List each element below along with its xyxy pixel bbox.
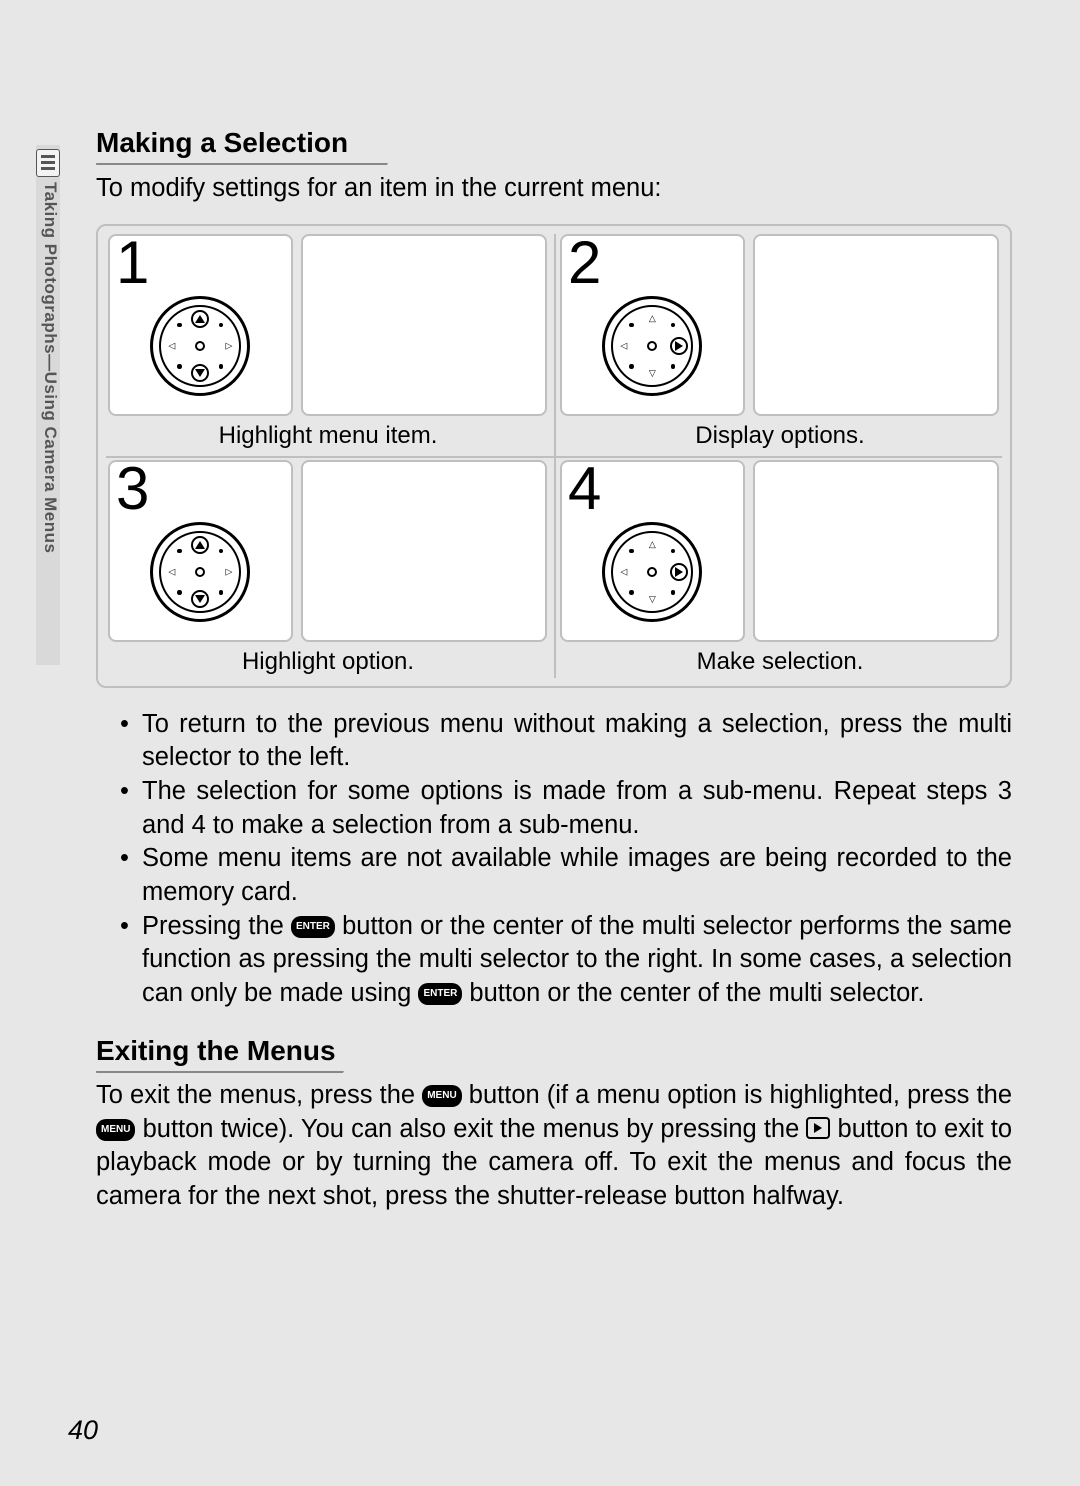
lead-paragraph: To modify settings for an item in the cu… [96,171,1012,205]
step-2-number: 2 [568,228,601,297]
multi-selector-up-down-icon: ◁▷ [150,296,250,396]
page-number: 40 [68,1415,98,1446]
step-4-cell: 4 △▽◁ Make selection. [554,456,1006,682]
heading-exiting-menus: Exiting the Menus [96,1033,1012,1069]
enter-button-icon: ENTER [418,983,462,1005]
page-content: Making a Selection To modify settings fo… [0,0,1080,1486]
step-2-screen-box [753,234,999,416]
step-1-cell: 1 ◁▷ Highlight menu item. [102,230,554,456]
exit-text-b: button (if a menu option is highlighted,… [462,1081,1012,1109]
step-4-screen-box [753,460,999,642]
step-4-caption: Make selection. [560,648,1000,676]
step-2-control-box: 2 △▽◁ [560,234,745,416]
menu-button-icon: MENU [422,1085,461,1107]
bullet-4-text-c: button or the center of the multi select… [462,979,924,1007]
heading2-underline [96,1071,344,1073]
step-3-screen-box [301,460,547,642]
exit-text-a: To exit the menus, press the [96,1081,422,1109]
playback-button-icon [806,1117,830,1139]
step-4-control-box: 4 △▽◁ [560,460,745,642]
step-1-screen-box [301,234,547,416]
bullet-4: Pressing the ENTER button or the center … [136,910,1012,1011]
menu-button-icon: MENU [96,1119,135,1141]
step-2-caption: Display options. [560,422,1000,450]
step-4-number: 4 [568,454,601,523]
step-3-caption: Highlight option. [108,648,548,676]
heading-underline [96,163,388,165]
multi-selector-up-down-icon: ◁▷ [150,522,250,622]
step-3-number: 3 [116,454,149,523]
bullet-list: To return to the previous menu without m… [96,708,1012,1011]
step-1-number: 1 [116,228,149,297]
steps-frame: 1 ◁▷ Highlight menu item. [96,224,1012,688]
heading-making-selection: Making a Selection [96,125,1012,161]
exit-text-c: button twice). You can also exit the men… [135,1115,806,1143]
bullet-3: Some menu items are not available while … [136,842,1012,909]
step-3-cell: 3 ◁▷ Highlight option. [102,456,554,682]
multi-selector-right-icon: △▽◁ [602,296,702,396]
step-1-control-box: 1 ◁▷ [108,234,293,416]
exit-paragraph: To exit the menus, press the MENU button… [96,1079,1012,1214]
bullet-2: The selection for some options is made f… [136,775,1012,842]
horizontal-divider [106,456,1002,458]
enter-button-icon: ENTER [291,916,335,938]
step-3-control-box: 3 ◁▷ [108,460,293,642]
bullet-4-text-a: Pressing the [142,912,291,940]
multi-selector-right-icon: △▽◁ [602,522,702,622]
bullet-1: To return to the previous menu without m… [136,708,1012,775]
step-1-caption: Highlight menu item. [108,422,548,450]
step-2-cell: 2 △▽◁ Display options. [554,230,1006,456]
